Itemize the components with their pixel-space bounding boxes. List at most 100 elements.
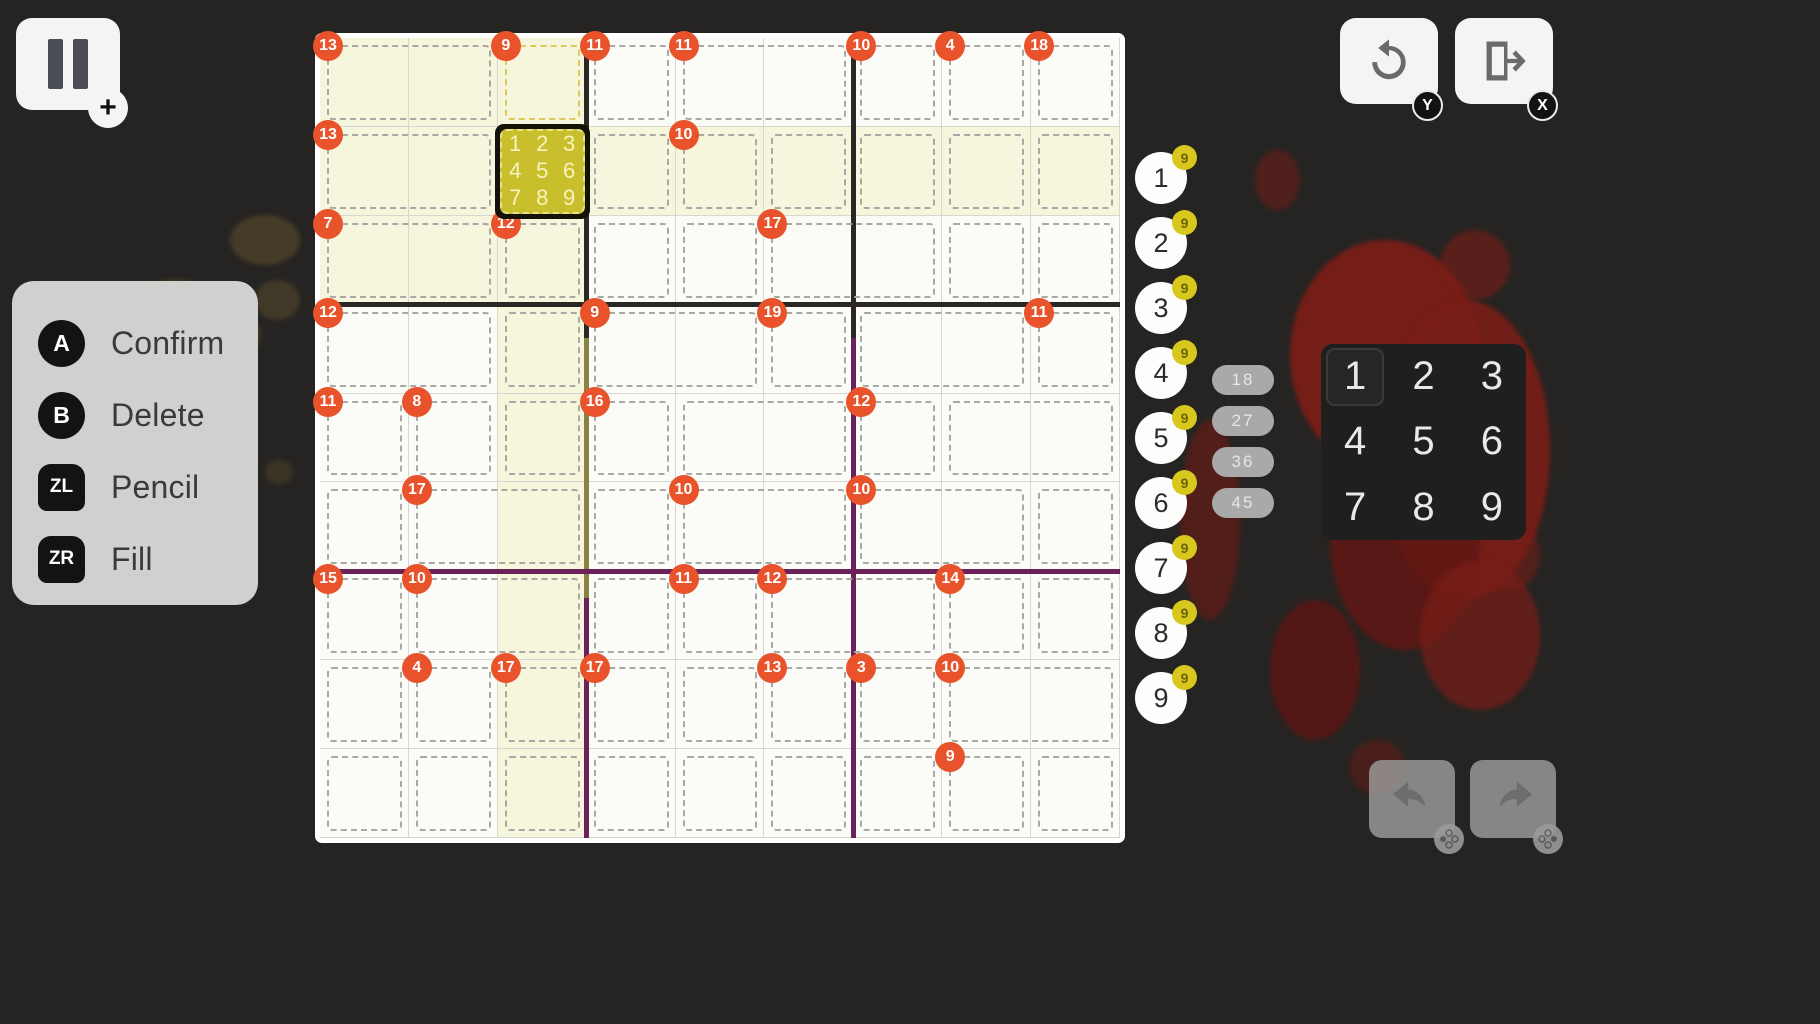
sudoku-cell[interactable] [586,126,676,216]
pencil-mark: 9 [563,185,576,211]
keypad-key-7[interactable]: 7 [1326,478,1384,536]
sudoku-cell[interactable] [497,304,587,394]
sudoku-cell[interactable] [320,482,409,572]
button-a-icon: A [38,319,85,367]
sudoku-cell[interactable] [408,126,498,216]
sudoku-cell[interactable] [408,304,498,394]
sudoku-grid[interactable]: 13 9 11 11 10 4 18 13 10 7 12 17 12 9 19 11 11 8 16 12 17 10 1… [313,31,1120,838]
pencil-mark: 6 [563,158,576,184]
sudoku-cell[interactable] [497,482,587,572]
sudoku-cell[interactable] [1031,571,1120,661]
number-rail-item-8[interactable]: 89 [1135,600,1197,659]
undo-dpad-badge [1434,824,1464,854]
sudoku-cell[interactable] [942,126,1032,216]
sudoku-cell[interactable] [675,215,765,305]
sudoku-cell[interactable] [675,393,765,483]
cage-sum-badge: 17 [579,653,610,684]
number-remaining-badge: 9 [1172,600,1197,625]
number-rail-item-9[interactable]: 99 [1135,665,1197,724]
sudoku-cell[interactable] [320,660,409,750]
sudoku-cell[interactable] [497,393,587,483]
cage-sum-badge: 11 [579,31,610,61]
sudoku-cell[interactable] [586,749,676,838]
number-rail-item-2[interactable]: 29 [1135,210,1197,269]
sudoku-cell[interactable] [764,749,854,838]
sudoku-cell[interactable] [408,749,498,838]
pencil-mark: 5 [536,158,549,184]
sudoku-cell[interactable] [320,749,409,838]
sudoku-cell[interactable] [586,215,676,305]
number-rail-item-1[interactable]: 19 [1135,145,1197,204]
sudoku-cell[interactable] [853,571,943,661]
background-splatter [230,215,300,265]
sudoku-cell[interactable] [942,482,1032,572]
cage-sum-badge: 11 [1024,297,1055,328]
sudoku-cell[interactable] [1031,393,1120,483]
legend-item-pencil[interactable]: ZL Pencil [12,451,258,523]
sudoku-cell[interactable] [497,749,587,838]
sudoku-cell[interactable] [1031,215,1120,305]
keypad-key-4[interactable]: 4 [1326,413,1384,471]
legend-item-fill[interactable]: ZR Fill [12,523,258,595]
number-rail-item-4[interactable]: 49 [1135,340,1197,399]
number-rail-item-6[interactable]: 69 [1135,470,1197,529]
legend-item-delete[interactable]: B Delete [12,379,258,451]
cage-sum-badge: 11 [668,31,699,61]
legend-item-confirm[interactable]: A Confirm [12,307,258,379]
keypad-key-2[interactable]: 2 [1394,348,1452,406]
selected-cell[interactable]: 123 456 789 [494,123,590,219]
combination-pill: 36 [1212,447,1274,477]
sudoku-cell[interactable] [586,571,676,661]
sudoku-cell[interactable] [853,304,943,394]
legend-label-pencil: Pencil [111,468,200,505]
cage-sum-badge: 11 [313,386,343,417]
sudoku-cell[interactable] [1031,749,1120,838]
undo-arrow-icon [1392,781,1426,808]
sudoku-cell[interactable] [1031,126,1120,216]
sudoku-cell[interactable] [764,126,854,216]
sudoku-cell[interactable] [675,660,765,750]
number-rail-item-3[interactable]: 39 [1135,275,1197,334]
number-remaining-badge: 9 [1172,665,1197,690]
sudoku-cell[interactable] [408,38,498,127]
sudoku-cell[interactable] [942,304,1032,394]
sudoku-cell[interactable] [853,126,943,216]
keypad-key-6[interactable]: 6 [1463,413,1521,471]
cage-sum-badge: 9 [579,297,610,328]
keypad-key-5[interactable]: 5 [1394,413,1452,471]
sudoku-cell[interactable] [497,571,587,661]
keypad-key-3[interactable]: 3 [1463,348,1521,406]
background-splatter [255,280,300,320]
sudoku-cell[interactable] [853,215,943,305]
pencil-mark: 8 [536,185,549,211]
sudoku-cell[interactable] [764,38,854,127]
pause-add-badge[interactable]: + [88,88,128,128]
background-splatter [1255,150,1300,210]
block-divider-horizontal [320,302,1120,308]
number-rail-item-7[interactable]: 79 [1135,535,1197,594]
number-remaining-badge: 9 [1172,535,1197,560]
sudoku-cell[interactable] [764,482,854,572]
combination-hints: 18 27 36 45 [1212,365,1274,529]
sudoku-cell[interactable] [586,482,676,572]
sudoku-cell[interactable] [853,749,943,838]
keypad-key-1[interactable]: 1 [1326,347,1385,406]
sudoku-cell[interactable] [408,215,498,305]
cage-sum-badge: 19 [757,297,788,328]
sudoku-board[interactable]: 13 9 11 11 10 4 18 13 10 7 12 17 12 9 19 11 11 8 16 12 17 10 1… [313,31,1125,843]
number-rail-item-5[interactable]: 59 [1135,405,1197,464]
sudoku-cell[interactable] [764,393,854,483]
number-keypad[interactable]: 123 456 789 [1321,344,1526,540]
keypad-key-8[interactable]: 8 [1394,478,1452,536]
sudoku-cell[interactable] [942,393,1032,483]
sudoku-cell[interactable] [1031,660,1120,750]
sudoku-cell[interactable] [1031,482,1120,572]
number-remaining-badge: 9 [1172,145,1197,170]
sudoku-cell[interactable] [675,749,765,838]
button-zr-icon: ZR [38,535,85,583]
keypad-key-9[interactable]: 9 [1463,478,1521,536]
sudoku-cell[interactable] [942,215,1032,305]
restart-hint-badge: Y [1412,90,1443,121]
sudoku-cell[interactable] [675,304,765,394]
block-divider-vertical-accent [850,598,856,838]
